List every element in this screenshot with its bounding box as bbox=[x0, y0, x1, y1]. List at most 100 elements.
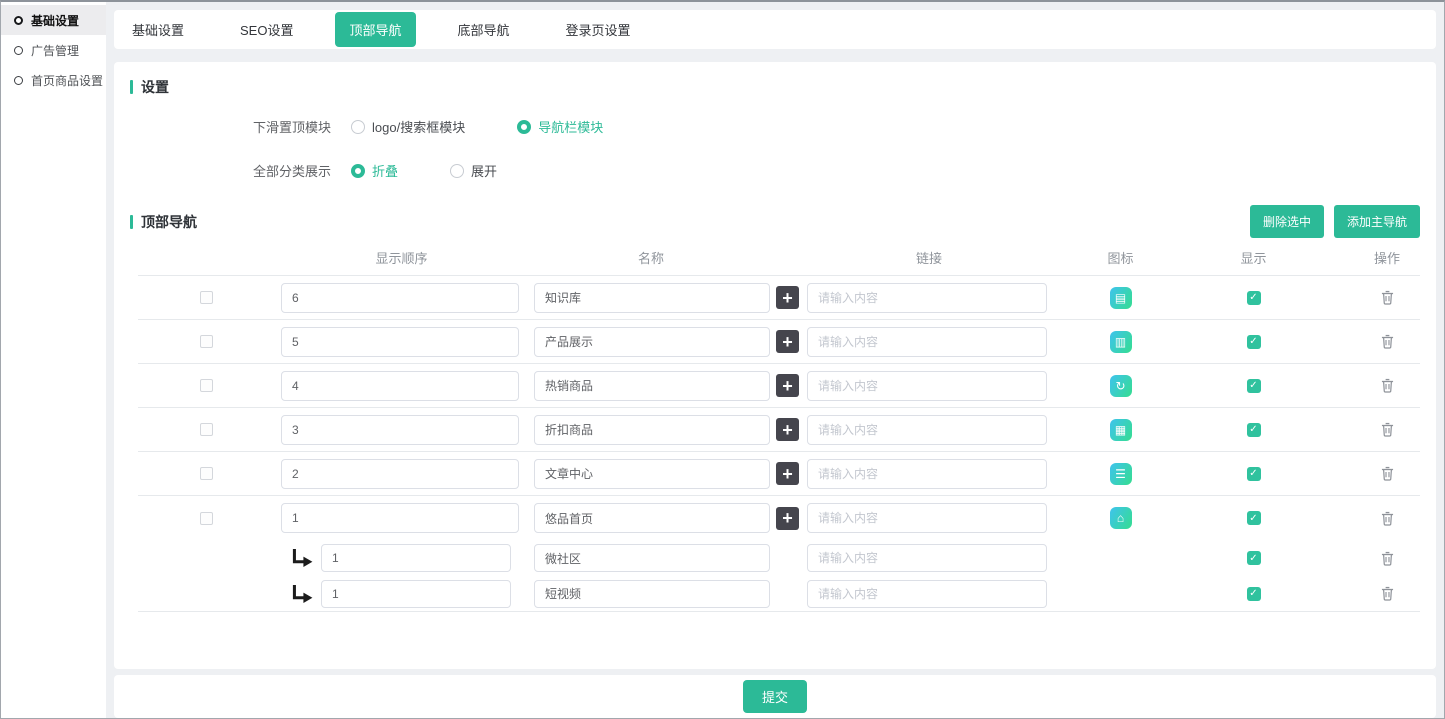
order-input[interactable] bbox=[281, 327, 519, 357]
link-input[interactable] bbox=[807, 503, 1047, 533]
show-checkbox[interactable]: ✓ bbox=[1247, 335, 1261, 349]
delete-selected-button[interactable]: 删除选中 bbox=[1250, 205, 1324, 238]
cell-show: ✓ bbox=[1187, 335, 1320, 349]
nav-table-row: + ▤ ✓ bbox=[138, 276, 1420, 320]
settings-groups: 下滑置顶模块logo/搜索框模块导航栏模块全部分类展示折叠展开 bbox=[253, 117, 1420, 180]
link-input[interactable] bbox=[807, 580, 1047, 608]
row-select-checkbox[interactable] bbox=[200, 379, 213, 392]
add-child-nav-button[interactable]: + bbox=[776, 374, 799, 397]
cell-select bbox=[138, 467, 275, 480]
show-checkbox[interactable]: ✓ bbox=[1247, 551, 1261, 565]
delete-row-button[interactable] bbox=[1381, 551, 1394, 566]
name-input[interactable] bbox=[534, 415, 770, 445]
add-child-nav-button[interactable]: + bbox=[776, 507, 799, 530]
nav-section-header: 顶部导航 删除选中 添加主导航 bbox=[130, 205, 1420, 238]
cell-icon: ▥ bbox=[1054, 331, 1187, 353]
radio-button-icon[interactable] bbox=[450, 164, 464, 178]
order-input[interactable] bbox=[281, 503, 519, 533]
link-input[interactable] bbox=[807, 459, 1047, 489]
column-header-show: 显示 bbox=[1187, 248, 1320, 267]
products-icon[interactable]: ▥ bbox=[1110, 331, 1132, 353]
delete-row-button[interactable] bbox=[1381, 511, 1394, 526]
cell-actions bbox=[1320, 586, 1436, 601]
tab-1[interactable]: 基础设置 bbox=[118, 12, 198, 47]
submit-button[interactable]: 提交 bbox=[743, 680, 807, 713]
name-input[interactable] bbox=[534, 580, 770, 608]
radio-button-icon[interactable] bbox=[351, 120, 365, 134]
add-child-nav-button[interactable]: + bbox=[776, 286, 799, 309]
settings-group-1: 下滑置顶模块logo/搜索框模块导航栏模块 bbox=[253, 117, 1420, 136]
add-main-nav-button[interactable]: 添加主导航 bbox=[1334, 205, 1420, 238]
show-checkbox[interactable]: ✓ bbox=[1247, 423, 1261, 437]
add-child-nav-button[interactable]: + bbox=[776, 418, 799, 441]
sidebar-item-3[interactable]: 首页商品设置 bbox=[1, 65, 106, 95]
order-input[interactable] bbox=[281, 371, 519, 401]
delete-row-button[interactable] bbox=[1381, 290, 1394, 305]
radio-button-icon[interactable] bbox=[351, 164, 365, 178]
show-checkbox[interactable]: ✓ bbox=[1247, 379, 1261, 393]
settings-group-label: 全部分类展示 bbox=[253, 161, 331, 180]
article-icon[interactable]: ☰ bbox=[1110, 463, 1132, 485]
delete-row-button[interactable] bbox=[1381, 422, 1394, 437]
tab-4[interactable]: 底部导航 bbox=[444, 12, 524, 47]
hot-sale-icon[interactable]: ↻ bbox=[1110, 375, 1132, 397]
order-input[interactable] bbox=[321, 580, 511, 608]
tab-3[interactable]: 顶部导航 bbox=[335, 12, 415, 47]
name-input[interactable] bbox=[534, 283, 770, 313]
sub-item-arrow-svg bbox=[291, 585, 313, 603]
link-input[interactable] bbox=[807, 283, 1047, 313]
link-input[interactable] bbox=[807, 371, 1047, 401]
show-checkbox[interactable]: ✓ bbox=[1247, 587, 1261, 601]
delete-row-button[interactable] bbox=[1381, 378, 1394, 393]
order-input[interactable] bbox=[281, 283, 519, 313]
sub-item-arrow-icon bbox=[291, 585, 313, 603]
row-select-checkbox[interactable] bbox=[200, 467, 213, 480]
delete-row-button[interactable] bbox=[1381, 586, 1394, 601]
order-input[interactable] bbox=[281, 415, 519, 445]
show-checkbox[interactable]: ✓ bbox=[1247, 511, 1261, 525]
cell-icon: ⌂ bbox=[1054, 507, 1187, 529]
link-input[interactable] bbox=[807, 327, 1047, 357]
sidebar-item-label: 基础设置 bbox=[31, 12, 79, 29]
nav-table-row: + ↻ ✓ bbox=[138, 364, 1420, 408]
radio-option-1-2[interactable]: 导航栏模块 bbox=[517, 117, 603, 136]
name-input[interactable] bbox=[534, 544, 770, 572]
discount-icon[interactable]: ▦ bbox=[1110, 419, 1132, 441]
name-input[interactable] bbox=[534, 327, 770, 357]
cell-select bbox=[138, 512, 275, 525]
cell-add-child: + bbox=[774, 374, 804, 397]
delete-row-button[interactable] bbox=[1381, 466, 1394, 481]
radio-option-2-2[interactable]: 展开 bbox=[450, 161, 497, 180]
nav-table: 显示顺序 名称 链接 图标 显示 操作 +▤✓+▥✓+↻✓+▦✓+☰✓+⌂✓✓✓ bbox=[138, 240, 1420, 612]
row-select-checkbox[interactable] bbox=[200, 291, 213, 304]
link-input[interactable] bbox=[807, 415, 1047, 445]
sidebar-item-2[interactable]: 广告管理 bbox=[1, 35, 106, 65]
delete-row-button[interactable] bbox=[1381, 334, 1394, 349]
name-input[interactable] bbox=[534, 503, 770, 533]
add-child-nav-button[interactable]: + bbox=[776, 462, 799, 485]
link-input[interactable] bbox=[807, 544, 1047, 572]
show-checkbox[interactable]: ✓ bbox=[1247, 291, 1261, 305]
order-input[interactable] bbox=[281, 459, 519, 489]
add-child-nav-button[interactable]: + bbox=[776, 330, 799, 353]
name-input[interactable] bbox=[534, 371, 770, 401]
show-checkbox[interactable]: ✓ bbox=[1247, 467, 1261, 481]
row-select-checkbox[interactable] bbox=[200, 423, 213, 436]
cell-name bbox=[528, 580, 774, 608]
row-select-checkbox[interactable] bbox=[200, 335, 213, 348]
home-icon[interactable]: ⌂ bbox=[1110, 507, 1132, 529]
tab-5[interactable]: 登录页设置 bbox=[552, 12, 645, 47]
order-input[interactable] bbox=[321, 544, 511, 572]
radio-option-1-1[interactable]: logo/搜索框模块 bbox=[351, 117, 465, 136]
radio-button-icon[interactable] bbox=[517, 120, 531, 134]
radio-option-2-1[interactable]: 折叠 bbox=[351, 161, 398, 180]
radio-option-label: 导航栏模块 bbox=[538, 117, 603, 136]
radio-option-label: 展开 bbox=[471, 161, 497, 180]
cell-name bbox=[528, 459, 774, 489]
cell-link bbox=[804, 459, 1054, 489]
sidebar-item-1[interactable]: 基础设置 bbox=[1, 5, 106, 35]
name-input[interactable] bbox=[534, 459, 770, 489]
store-icon[interactable]: ▤ bbox=[1110, 287, 1132, 309]
row-select-checkbox[interactable] bbox=[200, 512, 213, 525]
tab-2[interactable]: SEO设置 bbox=[226, 12, 307, 47]
